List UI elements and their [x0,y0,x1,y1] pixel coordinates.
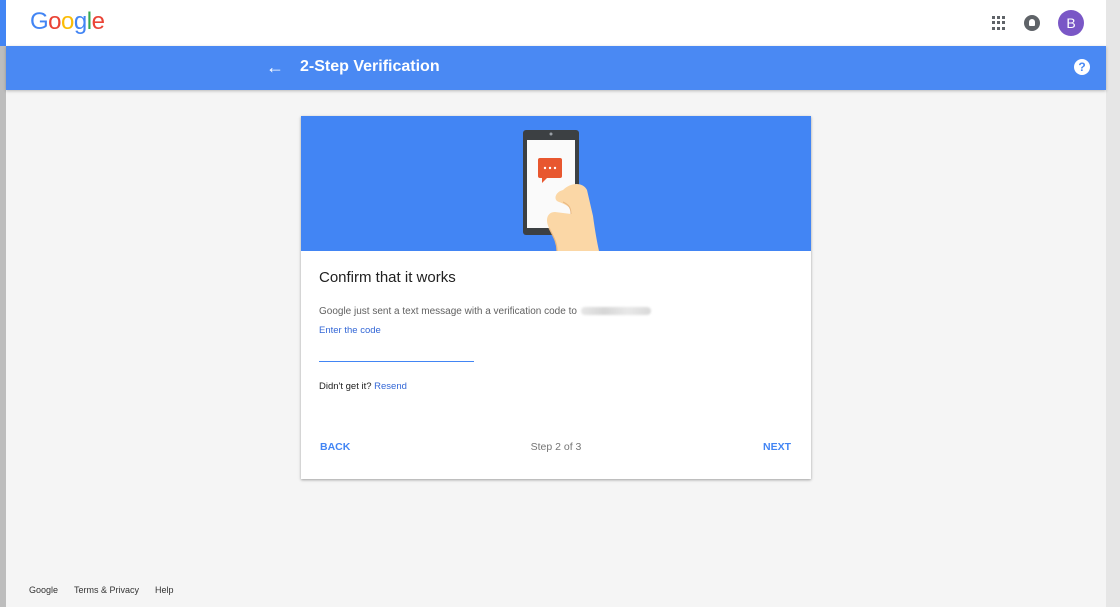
verification-code-input[interactable] [319,343,474,362]
help-icon[interactable]: ? [1074,59,1090,75]
resend-prompt: Didn't get it? [319,381,372,392]
logo-letter: g [73,8,87,35]
description-text: Google just sent a text message with a v… [319,306,577,317]
logo-letter: e [91,8,105,35]
left-window-edge [0,0,6,607]
code-field-label: Enter the code [319,325,381,336]
logo-letter: o [48,8,62,35]
verification-card: Confirm that it works Google just sent a… [301,116,811,479]
page-header: ← 2-Step Verification ? [6,46,1106,90]
resend-link[interactable]: Resend [374,381,407,392]
card-footer: BACK Step 2 of 3 NEXT [301,435,811,459]
next-button[interactable]: NEXT [763,441,791,453]
redacted-phone-number [580,307,651,316]
footer-link-terms-privacy[interactable]: Terms & Privacy [74,585,139,595]
top-bar: Google B [6,0,1106,46]
step-indicator: Step 2 of 3 [530,441,582,453]
logo-letter: o [61,8,74,35]
footer-link-google[interactable]: Google [29,585,58,595]
logo-letter: G [30,8,49,35]
phone-illustration [301,116,811,251]
browser-frame: Google B ← 2-Step Verification ? Confirm… [0,0,1120,607]
footer-link-help[interactable]: Help [155,585,174,595]
scrollbar-track[interactable] [1106,0,1120,607]
google-logo[interactable]: Google [30,8,105,36]
verification-description: Google just sent a text message with a v… [319,306,651,317]
back-arrow-icon[interactable]: ← [266,57,284,77]
page-footer: Google Terms & Privacy Help [29,585,174,595]
phone-in-hand-illustration [523,130,599,251]
page-title: 2-Step Verification [300,58,440,75]
account-avatar[interactable]: B [1058,10,1084,36]
card-title: Confirm that it works [319,269,456,286]
notifications-icon[interactable] [1024,15,1040,31]
resend-line: Didn't get it? Resend [319,381,407,392]
apps-icon[interactable] [992,16,1006,30]
